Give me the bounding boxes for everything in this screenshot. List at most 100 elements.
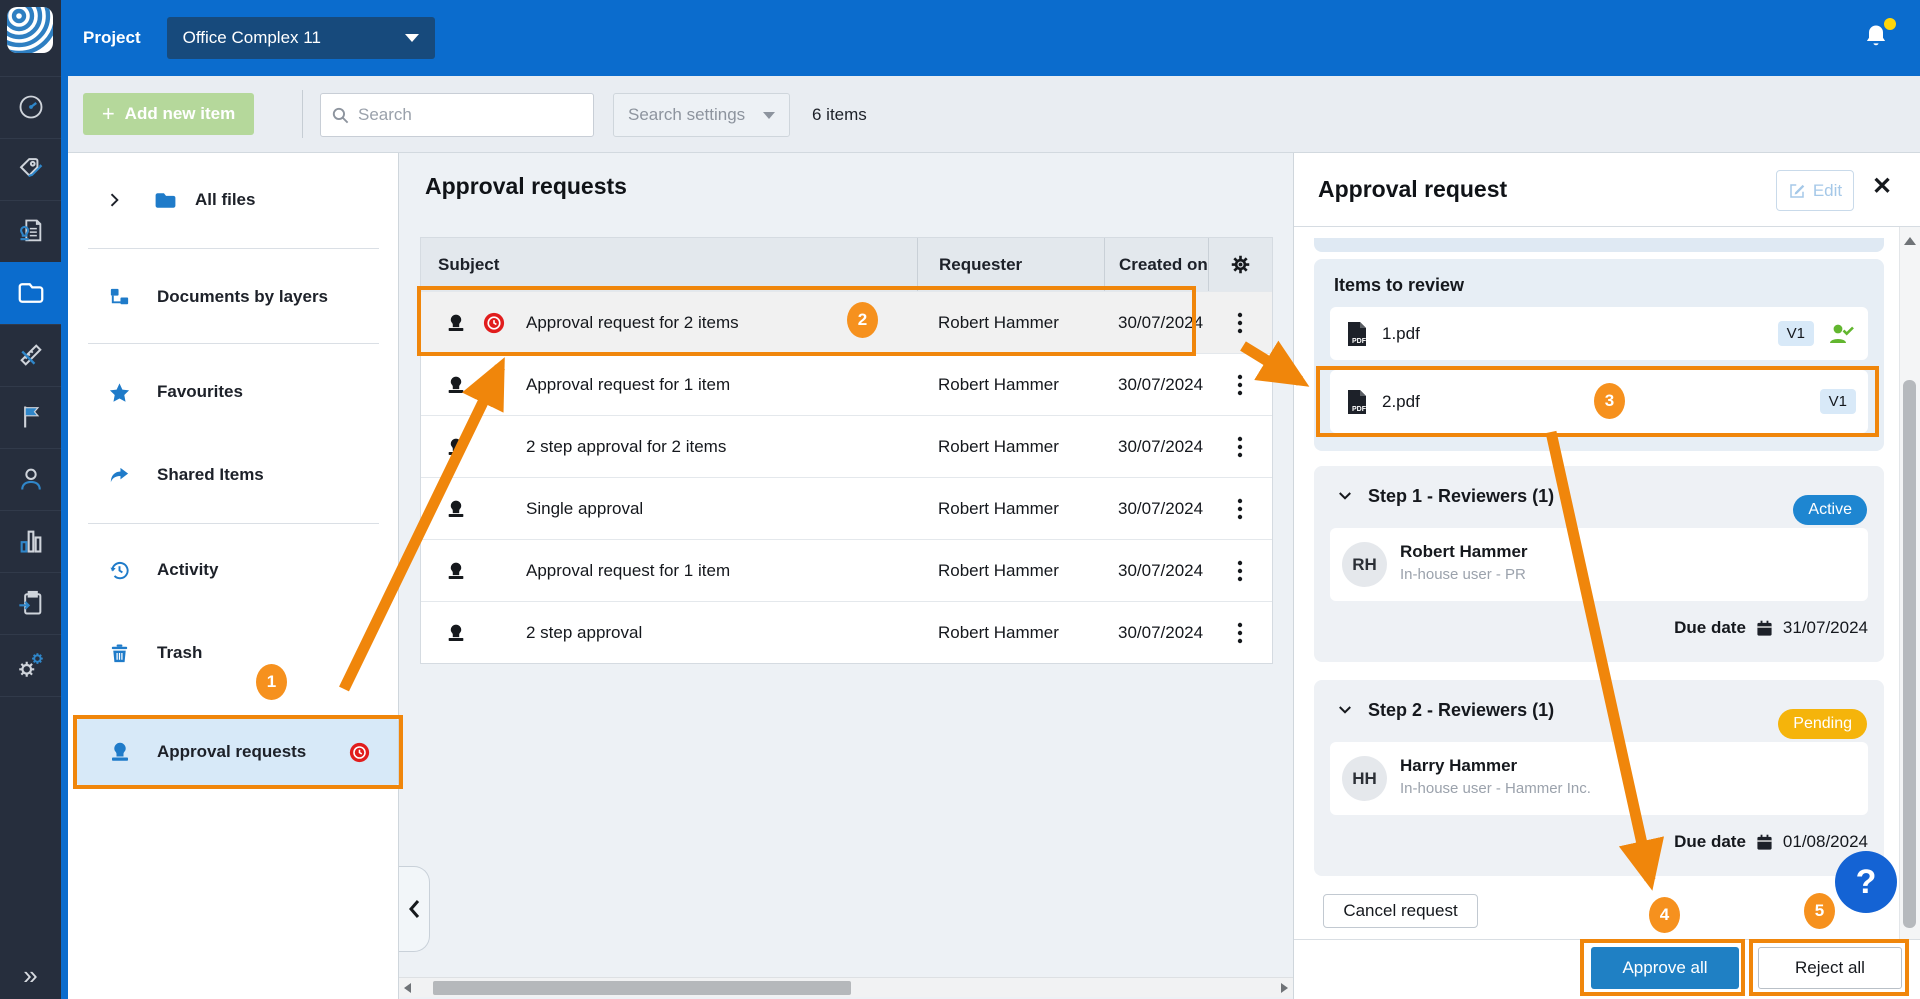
sidebar-item-favourites[interactable]: Favourites	[68, 368, 398, 416]
nav-item-label: Trash	[157, 643, 202, 663]
due-date-label: Due date	[1674, 832, 1746, 852]
sidebar-item-dashboard[interactable]	[0, 76, 61, 138]
column-header-requester[interactable]: Requester	[917, 238, 1104, 291]
requester-text: Robert Hammer	[938, 437, 1059, 457]
chevron-down-icon	[1336, 701, 1354, 719]
reject-all-button[interactable]: Reject all	[1758, 947, 1902, 989]
sidebar-item-approvals[interactable]	[0, 200, 61, 262]
review-item-row[interactable]: PDF 1.pdf V1	[1330, 307, 1868, 360]
nav-item-label: Shared Items	[157, 465, 264, 485]
person-icon	[17, 465, 45, 493]
stamp-icon	[445, 560, 467, 582]
step-header[interactable]: Step 2 - Reviewers (1) Pending	[1314, 694, 1884, 726]
project-label: Project	[83, 28, 141, 48]
subject-text: Approval request for 1 item	[526, 561, 730, 581]
requester-text: Robert Hammer	[938, 313, 1059, 333]
reviewer-role: In-house user - PR	[1400, 566, 1526, 583]
app-logo[interactable]	[7, 7, 53, 53]
table-row[interactable]: 2 step approval for 2 items Robert Hamme…	[421, 415, 1272, 477]
detail-footer: Approve all Reject all	[1294, 939, 1920, 999]
step-header[interactable]: Step 1 - Reviewers (1) Active	[1314, 480, 1884, 512]
sidebar-item-documents-by-layers[interactable]: Documents by layers	[68, 273, 398, 321]
sidebar-item-shared-items[interactable]: Shared Items	[68, 451, 398, 499]
sidebar-item-all-files[interactable]: All files	[68, 176, 398, 224]
subject-text: 2 step approval for 2 items	[526, 437, 726, 457]
chevron-down-icon	[405, 34, 419, 42]
file-name: 2.pdf	[1382, 392, 1420, 412]
nav-item-label: Activity	[157, 560, 218, 580]
help-button[interactable]: ?	[1835, 851, 1897, 913]
table-row[interactable]: Single approval Robert Hammer 30/07/2024	[421, 477, 1272, 539]
subject-text: Approval request for 2 items	[526, 313, 739, 333]
scroll-up-arrow[interactable]	[1904, 237, 1916, 245]
sidebar-item-files[interactable]	[0, 262, 61, 324]
horizontal-scrollbar[interactable]	[399, 977, 1293, 997]
detail-header: Approval request Edit ✕	[1294, 153, 1920, 227]
pending-clock-badge-icon	[349, 742, 370, 763]
row-menu-button[interactable]	[1208, 540, 1272, 601]
due-date-row: Due date 31/07/2024	[1314, 612, 1868, 644]
sidebar-item-trash[interactable]: Trash	[68, 629, 398, 677]
toolbar-divider	[302, 90, 303, 138]
kebab-menu-icon	[1237, 312, 1243, 334]
table-row[interactable]: Approval request for 1 item Robert Hamme…	[421, 539, 1272, 601]
table-row[interactable]: 2 step approval Robert Hammer 30/07/2024	[421, 601, 1272, 663]
sidebar-item-transmittals[interactable]	[0, 572, 61, 634]
sidebar-item-flags[interactable]	[0, 386, 61, 448]
reviewer-approved-icon	[1828, 322, 1854, 346]
flag-icon	[17, 403, 45, 431]
row-menu-button[interactable]	[1208, 416, 1272, 477]
horizontal-scrollbar-thumb[interactable]	[433, 981, 851, 995]
column-header-subject[interactable]: Subject	[421, 255, 917, 275]
scroll-right-arrow[interactable]	[1281, 983, 1288, 993]
stamp-icon	[445, 436, 467, 458]
row-menu-button[interactable]	[1208, 478, 1272, 539]
table-row[interactable]: Approval request for 2 items Robert Hamm…	[421, 291, 1272, 353]
created-on-text: 30/07/2024	[1118, 437, 1203, 457]
edit-button[interactable]: Edit	[1776, 170, 1854, 211]
column-header-created-on[interactable]: Created on	[1104, 238, 1208, 291]
row-menu-button[interactable]	[1208, 354, 1272, 415]
approve-all-button[interactable]: Approve all	[1591, 947, 1739, 989]
collapse-panel-handle[interactable]	[399, 866, 430, 952]
sidebar-expand-button[interactable]: »	[0, 944, 61, 999]
reviewer-card: RH Robert Hammer In-house user - PR	[1330, 528, 1868, 601]
search-settings-label: Search settings	[628, 105, 745, 125]
dashboard-icon	[17, 93, 45, 121]
calendar-icon	[1756, 834, 1773, 851]
sidebar-item-tags[interactable]	[0, 138, 61, 200]
cancel-request-button[interactable]: Cancel request	[1323, 894, 1478, 928]
due-date-value: 01/08/2024	[1783, 832, 1868, 852]
notifications-button[interactable]	[1862, 22, 1894, 54]
sidebar-item-contacts[interactable]	[0, 448, 61, 510]
step-title: Step 2 - Reviewers (1)	[1368, 700, 1554, 721]
tag-icon	[17, 155, 45, 183]
kebab-menu-icon	[1237, 374, 1243, 396]
reviewer-card: HH Harry Hammer In-house user - Hammer I…	[1330, 742, 1868, 815]
vertical-scrollbar-thumb[interactable]	[1903, 380, 1916, 928]
sidebar-item-settings[interactable]	[0, 634, 61, 696]
project-name: Office Complex 11	[183, 28, 321, 48]
approval-request-detail-panel: Approval request Edit ✕ Items to review …	[1293, 153, 1920, 999]
row-menu-button[interactable]	[1208, 292, 1272, 353]
row-menu-button[interactable]	[1208, 602, 1272, 663]
add-new-item-button[interactable]: + Add new item	[83, 93, 254, 135]
logo-swirl-icon	[7, 7, 53, 53]
folder-icon	[153, 188, 178, 213]
scroll-left-arrow[interactable]	[404, 983, 411, 993]
project-selector[interactable]: Office Complex 11	[167, 17, 435, 59]
search-settings-dropdown[interactable]: Search settings	[613, 93, 790, 137]
sidebar-item-approval-requests[interactable]: Approval requests	[68, 728, 398, 776]
review-item-row[interactable]: PDF 2.pdf V1	[1330, 370, 1868, 433]
chevron-down-icon	[763, 112, 775, 119]
vertical-scrollbar[interactable]	[1899, 227, 1920, 939]
sidebar-item-reports[interactable]	[0, 510, 61, 572]
top-bar: Project Office Complex 11	[61, 0, 1920, 76]
close-icon[interactable]: ✕	[1872, 175, 1892, 199]
kebab-menu-icon	[1237, 622, 1243, 644]
search-input[interactable]	[358, 105, 568, 125]
column-settings-cell[interactable]	[1208, 238, 1272, 291]
sidebar-item-activity[interactable]: Activity	[68, 546, 398, 594]
table-row[interactable]: Approval request for 1 item Robert Hamme…	[421, 353, 1272, 415]
sidebar-item-measure-tools[interactable]	[0, 324, 61, 386]
